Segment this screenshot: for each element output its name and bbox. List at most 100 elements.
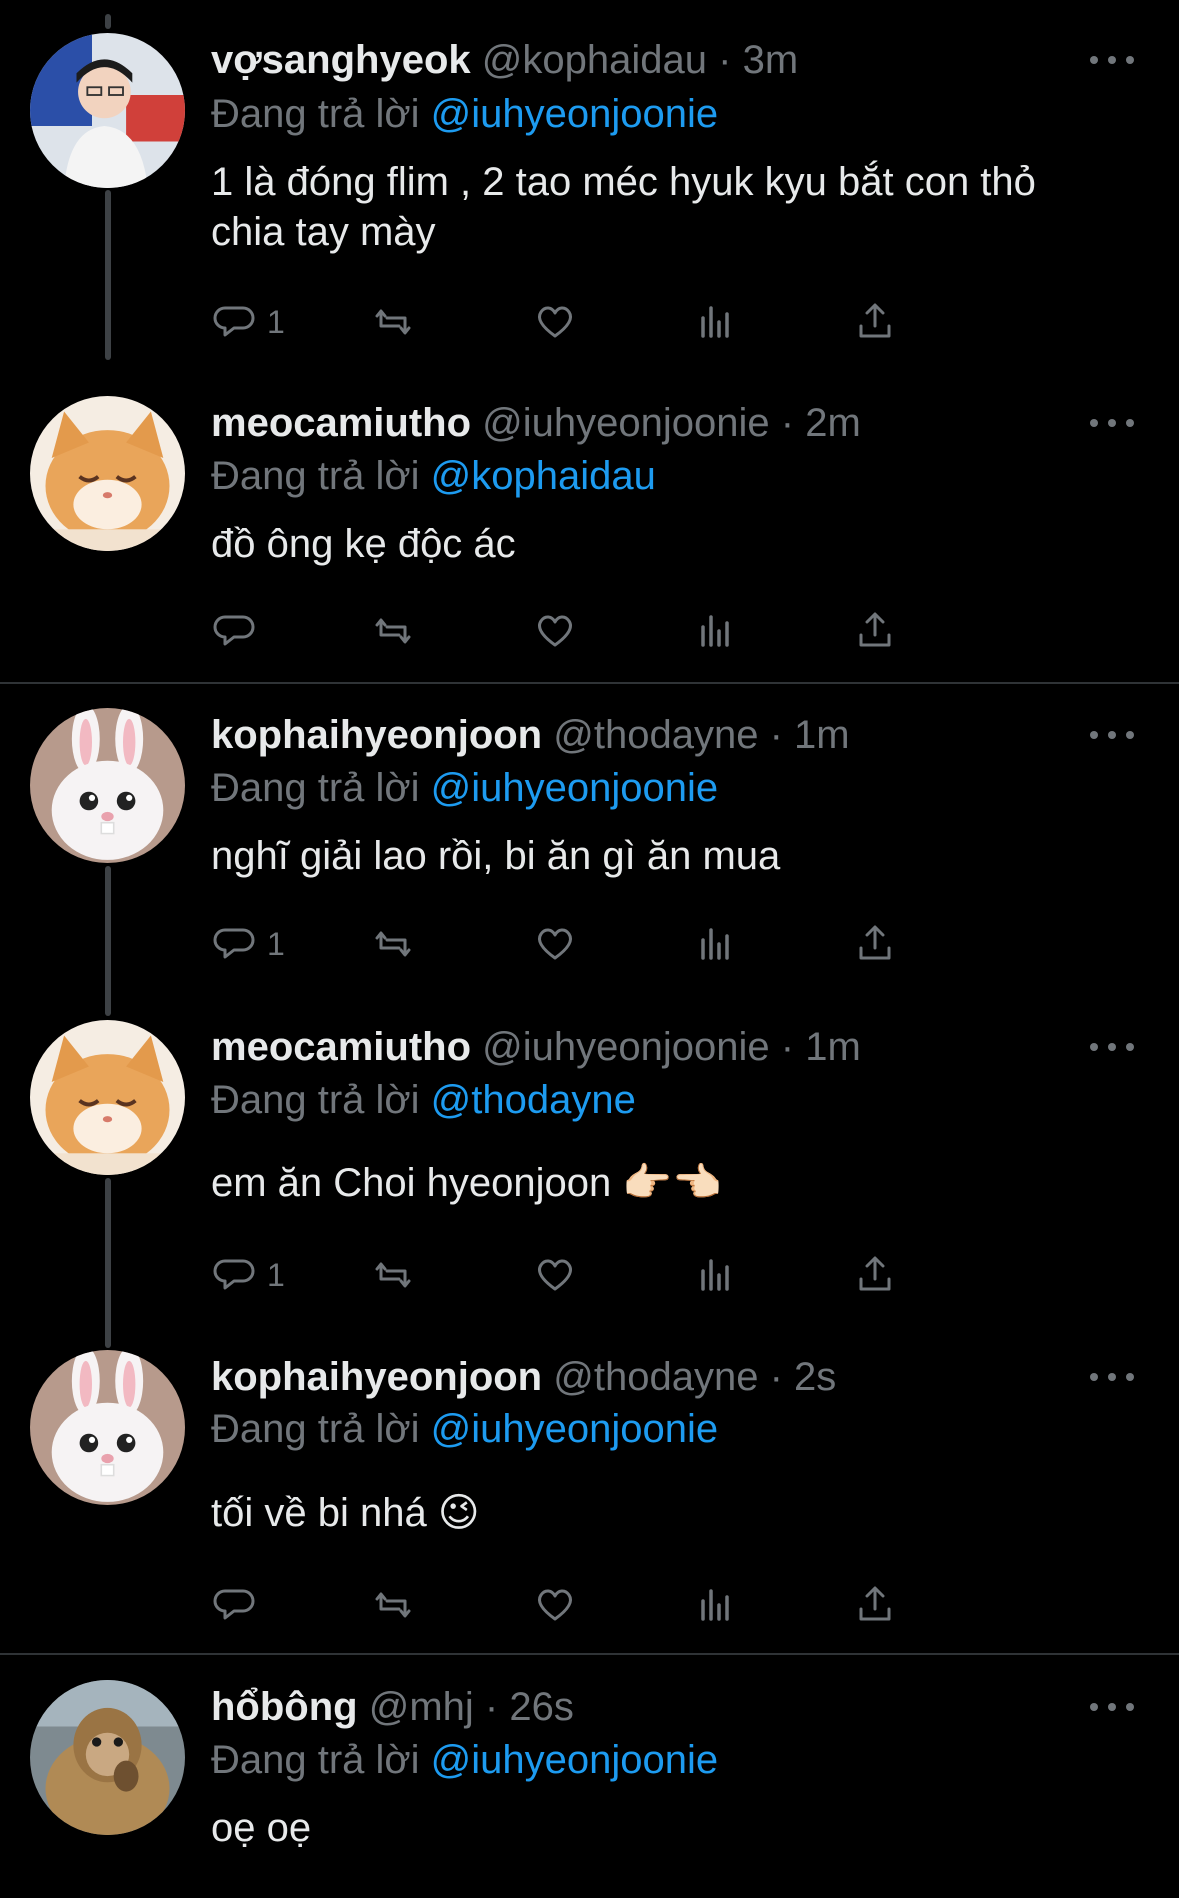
user-handle[interactable]: @iuhyeonjoonie	[482, 1025, 769, 1069]
separator: ·	[718, 38, 732, 82]
replying-to-label: Đang trả lời	[211, 92, 420, 136]
display-name[interactable]: kophaihyeonjoon	[211, 1355, 542, 1399]
tweet-actions	[211, 603, 1031, 659]
share-icon	[859, 612, 891, 647]
replying-to: Đang trả lời @iuhyeonjoonie	[211, 90, 718, 138]
bunny-avatar-icon	[30, 708, 185, 863]
share-button[interactable]	[851, 916, 899, 972]
tweet[interactable]: vợsanghyeok @kophaidau · 3m Đang trả lời…	[0, 0, 1179, 370]
reply-button[interactable]	[211, 603, 267, 659]
timestamp[interactable]: 1m	[805, 1025, 861, 1069]
mention-link[interactable]: @iuhyeonjoonie	[431, 92, 718, 136]
tweet-text: 1 là đóng flim , 2 tao méc hyuk kyu bắt …	[211, 160, 1036, 254]
views-button[interactable]	[691, 1577, 739, 1633]
bunny-avatar-icon	[30, 1350, 185, 1505]
mention-link[interactable]: @thodayne	[431, 1078, 636, 1122]
more-options-button[interactable]	[1090, 417, 1134, 429]
more-options-button[interactable]	[1090, 1371, 1134, 1383]
mention-link[interactable]: @iuhyeonjoonie	[431, 1407, 718, 1451]
heart-icon	[538, 1589, 572, 1621]
like-button[interactable]	[531, 916, 579, 972]
reply-button[interactable]: 1	[211, 1247, 285, 1303]
retweet-button[interactable]	[369, 1577, 417, 1633]
tweet-text: em ăn Choi hyeonjoon 👉🏻👈🏻	[211, 1161, 722, 1205]
retweet-button[interactable]	[369, 1247, 417, 1303]
share-button[interactable]	[851, 1577, 899, 1633]
avatar[interactable]	[30, 33, 185, 188]
retweet-button[interactable]	[369, 294, 417, 350]
retweet-button[interactable]	[369, 916, 417, 972]
avatar[interactable]	[30, 1020, 185, 1175]
reply-icon	[213, 1259, 255, 1290]
thread-line	[105, 1178, 111, 1348]
like-button[interactable]	[531, 603, 579, 659]
timestamp[interactable]: 2m	[805, 401, 861, 445]
avatar[interactable]	[30, 708, 185, 863]
reply-count: 1	[267, 925, 285, 962]
views-button[interactable]	[691, 603, 739, 659]
like-button[interactable]	[531, 1247, 579, 1303]
avatar[interactable]	[30, 396, 185, 551]
display-name[interactable]: vợsanghyeok	[211, 38, 471, 82]
replying-to: Đang trả lời @thodayne	[211, 1076, 636, 1124]
user-handle[interactable]: @thodayne	[553, 713, 758, 757]
more-options-button[interactable]	[1090, 54, 1134, 66]
user-handle[interactable]: @iuhyeonjoonie	[482, 401, 769, 445]
timestamp[interactable]: 3m	[743, 38, 799, 82]
user-handle[interactable]: @thodayne	[553, 1355, 758, 1399]
share-button[interactable]	[851, 603, 899, 659]
replying-to: Đang trả lời @iuhyeonjoonie	[211, 1405, 718, 1453]
share-button[interactable]	[851, 294, 899, 350]
separator: ·	[769, 1355, 783, 1399]
timestamp[interactable]: 2s	[794, 1355, 836, 1399]
mention-link[interactable]: @iuhyeonjoonie	[431, 1738, 718, 1782]
like-button[interactable]	[531, 1577, 579, 1633]
reply-button[interactable]: 1	[211, 916, 285, 972]
mention-link[interactable]: @iuhyeonjoonie	[431, 766, 718, 810]
reply-button[interactable]: 1	[211, 294, 285, 350]
display-name[interactable]: kophaihyeonjoon	[211, 713, 542, 757]
divider	[0, 1653, 1179, 1655]
views-button[interactable]	[691, 916, 739, 972]
display-name[interactable]: meocamiutho	[211, 401, 471, 445]
avatar[interactable]	[30, 1350, 185, 1505]
more-options-button[interactable]	[1090, 1041, 1134, 1053]
separator: ·	[780, 401, 795, 445]
views-button[interactable]	[691, 294, 739, 350]
user-handle[interactable]: @mhj	[369, 1685, 474, 1729]
divider	[0, 682, 1179, 684]
retweet-icon	[375, 1262, 411, 1288]
cat-avatar-icon	[30, 1020, 185, 1175]
avatar[interactable]	[30, 1680, 185, 1835]
heart-icon	[538, 1259, 572, 1291]
reply-button[interactable]	[211, 1577, 267, 1633]
heart-icon	[538, 928, 572, 960]
tweet-text: oẹ oẹ	[211, 1806, 312, 1850]
timestamp[interactable]: 26s	[509, 1685, 574, 1729]
share-button[interactable]	[851, 1247, 899, 1303]
tweet-header: vợsanghyeok @kophaidau · 3m	[211, 36, 1069, 84]
thread-line	[105, 866, 111, 1016]
timestamp[interactable]: 1m	[794, 713, 850, 757]
tweet-header: meocamiutho @iuhyeonjoonie · 2m	[211, 399, 1069, 447]
replying-to: Đang trả lời @iuhyeonjoonie	[211, 764, 718, 812]
display-name[interactable]: hổbông	[211, 1685, 358, 1729]
user-handle[interactable]: @kophaidau	[482, 38, 707, 82]
replying-to-label: Đang trả lời	[211, 454, 420, 498]
tweet-text: tối về bi nhá 😉	[211, 1491, 480, 1535]
retweet-button[interactable]	[369, 603, 417, 659]
retweet-icon	[375, 309, 411, 335]
like-button[interactable]	[531, 294, 579, 350]
monkey-avatar-icon	[30, 1680, 185, 1835]
views-button[interactable]	[691, 1247, 739, 1303]
mention-link[interactable]: @kophaidau	[431, 454, 656, 498]
more-options-button[interactable]	[1090, 729, 1134, 741]
share-icon	[859, 1586, 891, 1621]
share-icon	[859, 303, 891, 338]
tweet-actions: 1	[211, 916, 1031, 972]
display-name[interactable]: meocamiutho	[211, 1025, 471, 1069]
views-chart-icon	[701, 615, 729, 647]
heart-icon	[538, 615, 572, 647]
more-options-button[interactable]	[1090, 1701, 1134, 1713]
share-icon	[859, 1256, 891, 1291]
